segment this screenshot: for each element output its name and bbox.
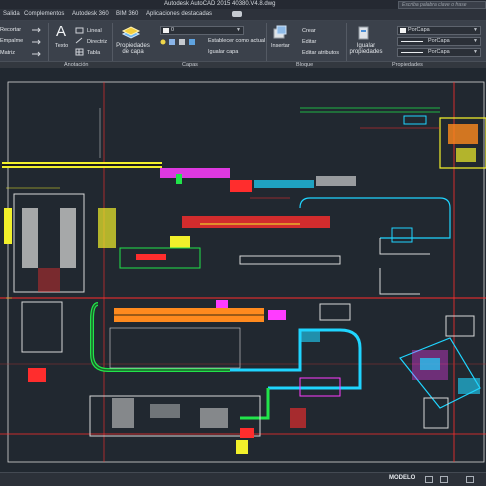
tab-autodesk-360[interactable]: Autodesk 360 bbox=[72, 11, 109, 17]
match-properties-icon[interactable] bbox=[357, 25, 371, 41]
ribbon: Recortar Empalme Matriz A Texto Lineal D… bbox=[0, 21, 486, 68]
autocad-window: Autodesk AutoCAD 2015 40380.V4.8.dwg Esc… bbox=[0, 0, 486, 486]
tab-aplicaciones-destacadas[interactable]: Aplicaciones destacadas bbox=[146, 11, 212, 17]
title-bar: Autodesk AutoCAD 2015 40380.V4.8.dwg Esc… bbox=[0, 0, 486, 9]
lineal-button[interactable]: Lineal bbox=[87, 28, 102, 34]
layer-dropdown-value: 0 bbox=[171, 27, 175, 33]
ribbon-panel-labels: Anotación Capas Bloque Propiedades bbox=[0, 61, 486, 68]
tabla-button[interactable]: Tabla bbox=[87, 50, 100, 56]
layer-dropdown[interactable]: 0 ▼ bbox=[160, 26, 244, 35]
drawing-canvas[interactable] bbox=[0, 68, 486, 472]
modify-arrows-icon bbox=[32, 27, 41, 57]
texto-button[interactable]: Texto bbox=[55, 43, 68, 49]
model-tab[interactable]: MODELO bbox=[389, 475, 415, 481]
cad-drawing bbox=[0, 81, 486, 463]
color-dropdown[interactable]: PorCapa ▼ bbox=[397, 26, 481, 35]
matriz-button[interactable]: Matriz bbox=[0, 50, 15, 56]
snap-icon[interactable] bbox=[440, 476, 448, 483]
layer-properties-icon[interactable] bbox=[121, 25, 141, 39]
editar-atributos-button[interactable]: Editar atributos bbox=[302, 50, 339, 56]
match-properties-label-2: propiedades bbox=[349, 49, 383, 55]
layer-properties-button[interactable]: Propiedades de capa bbox=[114, 43, 152, 55]
lineweight-dropdown-value: PorCapa bbox=[428, 49, 450, 55]
establecer-como-actual-button[interactable]: Establecer como actual bbox=[208, 38, 265, 44]
ribbon-toggle-button[interactable] bbox=[232, 11, 242, 17]
tab-complementos[interactable]: Complementos bbox=[24, 11, 64, 17]
ortho-icon[interactable] bbox=[466, 476, 474, 483]
search-input[interactable]: Escriba palabra clave o frase bbox=[398, 1, 486, 9]
tab-bim-360[interactable]: BIM 360 bbox=[116, 11, 138, 17]
color-dropdown-value: PorCapa bbox=[408, 27, 430, 33]
linetype-dropdown-value: PorCapa bbox=[428, 38, 450, 44]
match-properties-button[interactable]: Igualar propiedades bbox=[348, 43, 384, 55]
layer-properties-label-2: de capa bbox=[122, 49, 144, 55]
status-bar: MODELO bbox=[0, 472, 486, 486]
layer-state-icons bbox=[160, 39, 195, 45]
insertar-button[interactable]: Insertar bbox=[271, 43, 290, 49]
editar-button[interactable]: Editar bbox=[302, 39, 316, 45]
annotation-icons bbox=[75, 27, 84, 56]
empalme-button[interactable]: Empalme bbox=[0, 38, 23, 44]
tab-salida[interactable]: Salida bbox=[3, 11, 20, 17]
ribbon-tabs: Salida Complementos Autodesk 360 BIM 360… bbox=[0, 9, 486, 21]
crear-button[interactable]: Crear bbox=[302, 28, 316, 34]
window-title: Autodesk AutoCAD 2015 40380.V4.8.dwg bbox=[164, 1, 276, 7]
grid-icon[interactable] bbox=[425, 476, 433, 483]
text-icon[interactable]: A bbox=[56, 23, 66, 40]
lineweight-dropdown[interactable]: PorCapa ▼ bbox=[397, 48, 481, 57]
recortar-button[interactable]: Recortar bbox=[0, 27, 21, 33]
directriz-button[interactable]: Directriz bbox=[87, 39, 107, 45]
linetype-dropdown[interactable]: PorCapa ▼ bbox=[397, 37, 481, 46]
igualar-capa-button[interactable]: Igualar capa bbox=[208, 49, 238, 55]
insert-block-icon[interactable] bbox=[272, 25, 288, 41]
